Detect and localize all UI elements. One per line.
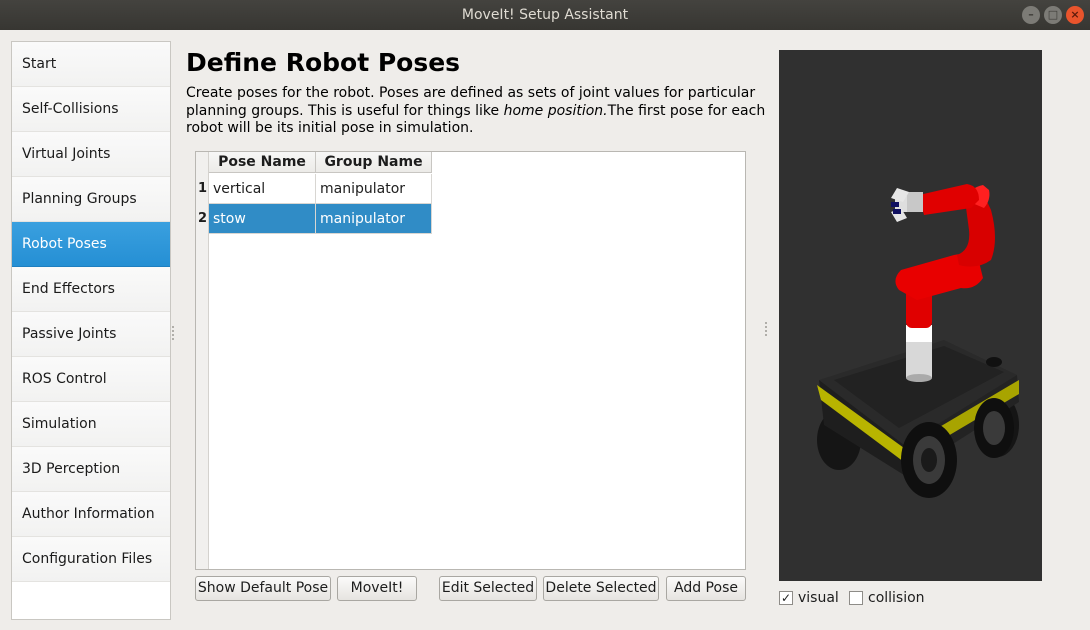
sidebar-item-ros-control[interactable]: ROS Control [12,357,170,402]
window-title: MoveIt! Setup Assistant [461,7,629,23]
description-emphasis: home position. [503,102,608,119]
window-controls: – □ × [1022,6,1084,24]
poses-table[interactable]: Pose Name Group Name 1 vertical manipula… [195,151,746,570]
column-header-pose-name[interactable]: Pose Name [209,152,316,173]
robot-3d-viewport[interactable] [779,50,1042,581]
close-icon[interactable]: × [1066,6,1084,24]
sidebar-item-robot-poses[interactable]: Robot Poses [12,222,170,267]
delete-selected-button[interactable]: Delete Selected [543,576,659,601]
collision-checkbox-label: collision [868,590,925,606]
table-cell-group-name[interactable]: manipulator [316,204,432,234]
sidebar-item-passive-joints[interactable]: Passive Joints [12,312,170,357]
table-cell-pose-name[interactable]: stow [209,204,316,234]
column-header-group-name[interactable]: Group Name [316,152,432,173]
row-number[interactable]: 1 [196,174,209,204]
sidebar-item-configuration-files[interactable]: Configuration Files [12,537,170,582]
sidebar-item-planning-groups[interactable]: Planning Groups [12,177,170,222]
sidebar-item-self-collisions[interactable]: Self-Collisions [12,87,170,132]
minimize-icon[interactable]: – [1022,6,1040,24]
splitter-handle-right[interactable] [765,322,767,336]
visual-checkbox-box[interactable]: ✓ [779,591,793,605]
check-icon: ✓ [780,591,792,605]
sidebar-item-end-effectors[interactable]: End Effectors [12,267,170,312]
window-titlebar: MoveIt! Setup Assistant – □ × [0,0,1090,30]
moveit-button[interactable]: MoveIt! [337,576,417,601]
show-default-pose-button[interactable]: Show Default Pose [195,576,331,601]
sidebar-nav: Start Self-Collisions Virtual Joints Pla… [11,41,171,620]
sidebar-item-3d-perception[interactable]: 3D Perception [12,447,170,492]
sidebar-item-simulation[interactable]: Simulation [12,402,170,447]
sidebar-item-virtual-joints[interactable]: Virtual Joints [12,132,170,177]
table-cell-group-name[interactable]: manipulator [316,174,432,204]
robot-model-render [817,184,1019,498]
add-pose-button[interactable]: Add Pose [666,576,746,601]
collision-checkbox-box[interactable] [849,591,863,605]
collision-checkbox[interactable]: collision [849,590,925,606]
splitter-handle-left[interactable] [172,326,174,340]
row-number[interactable]: 2 [196,204,209,234]
sidebar-item-start[interactable]: Start [12,42,170,87]
visual-checkbox-label: visual [798,590,839,606]
maximize-icon[interactable]: □ [1044,6,1062,24]
visual-checkbox[interactable]: ✓ visual [779,590,839,606]
page-description: Create poses for the robot. Poses are de… [186,85,766,138]
sidebar-item-author-information[interactable]: Author Information [12,492,170,537]
page-title: Define Robot Poses [186,48,461,77]
edit-selected-button[interactable]: Edit Selected [439,576,537,601]
table-cell-pose-name[interactable]: vertical [209,174,316,204]
